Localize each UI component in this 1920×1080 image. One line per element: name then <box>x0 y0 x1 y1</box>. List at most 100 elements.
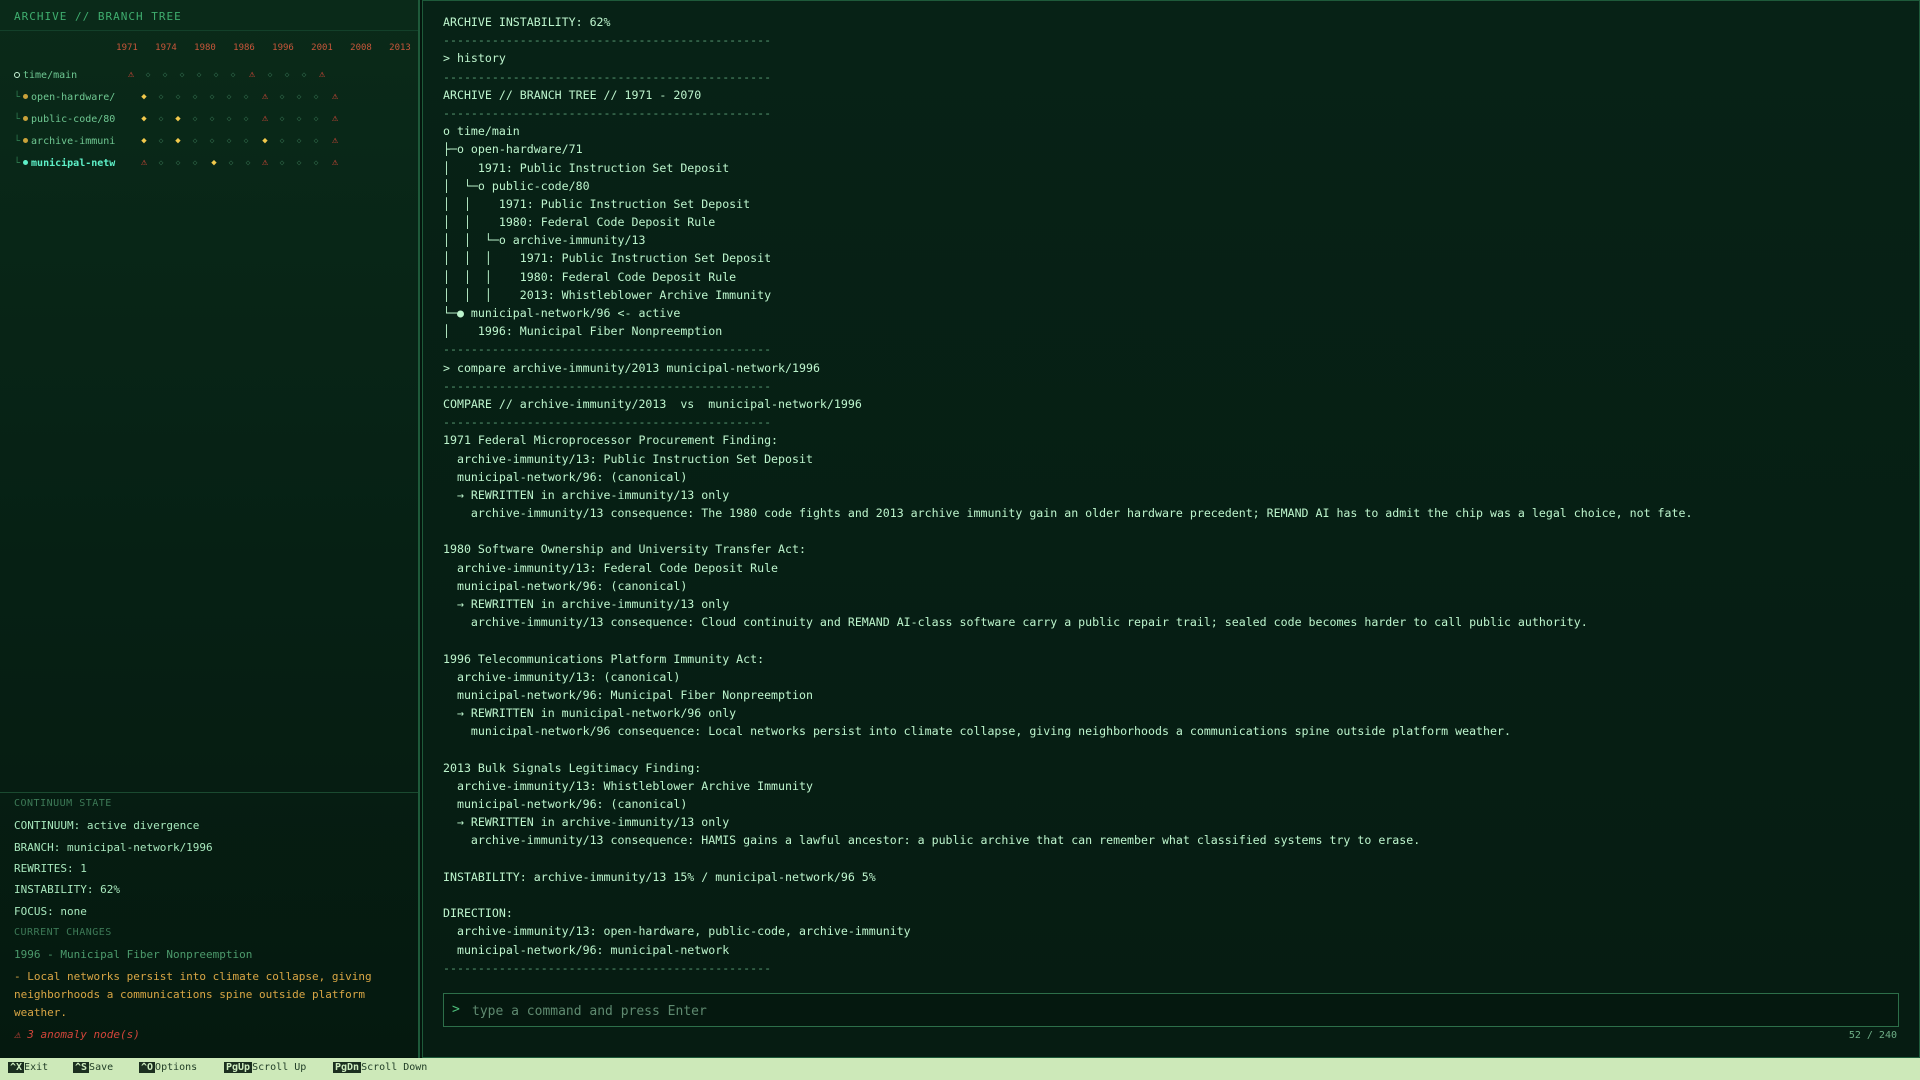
empty-node-icon: ◇ <box>209 114 215 123</box>
shortcut-label: Scroll Down <box>361 1062 428 1073</box>
divider <box>0 30 418 31</box>
year-label: 1986 <box>233 43 255 53</box>
terminal-line: archive-immunity/13 consequence: HAMIS g… <box>443 833 1421 848</box>
branch-row-open-hardware[interactable]: └ open-hardware/ ◆ ◇ ◇ ◇ ◇ ◇ ◇ ⚠ ◇ ◇ ◇ ⚠ <box>0 90 418 106</box>
command-input-box[interactable]: > <box>443 993 1899 1027</box>
empty-node-icon: ◇ <box>228 158 234 167</box>
branch-label: time/main <box>23 70 78 81</box>
state-continuum: CONTINUUM: active divergence <box>14 819 200 832</box>
terminal-line: → REWRITTEN in municipal-network/96 only <box>443 706 737 721</box>
terminal-line: o time/main <box>443 124 520 139</box>
terminal-line: municipal-network/96 consequence: Local … <box>443 724 1511 739</box>
empty-node-icon: ◇ <box>279 114 285 123</box>
terminal-line: → REWRITTEN in archive-immunity/13 only <box>443 815 730 830</box>
empty-node-icon: ◇ <box>296 114 302 123</box>
timeline-years: 1971 1974 1980 1986 1996 2001 2008 2013 <box>0 43 418 55</box>
change-node-icon: ◆ <box>262 136 268 146</box>
empty-node-icon: ◇ <box>158 158 164 167</box>
terminal-line: 1996 Telecommunications Platform Immunit… <box>443 651 765 666</box>
terminal-line: ----------------------------------------… <box>443 960 772 975</box>
terminal-line: ARCHIVE INSTABILITY: 62% <box>443 15 611 29</box>
terminal-line: │ └─o public-code/80 <box>443 178 590 193</box>
change-node-icon: ◆ <box>175 136 181 146</box>
shortcut-key: ^X <box>8 1062 25 1073</box>
empty-node-icon: ◇ <box>313 114 319 123</box>
active-node-icon <box>23 160 29 165</box>
anomaly-icon: ⚠ <box>127 69 135 80</box>
year-label: 2008 <box>350 43 372 53</box>
shortcut-label: Save <box>89 1062 114 1073</box>
branch-node-icon <box>23 138 29 143</box>
scroll-up-shortcut[interactable]: PgUp Scroll Up <box>224 1062 306 1073</box>
options-shortcut[interactable]: ^O Options <box>139 1062 197 1073</box>
anomaly-icon: ⚠ <box>261 157 269 168</box>
state-branch: BRANCH: municipal-network/1996 <box>14 841 213 854</box>
change-node-icon: ◆ <box>175 114 181 124</box>
shortcut-bar: ^X Exit ^S Save ^O Options PgUp Scroll Up Pg… <box>0 1058 1920 1080</box>
anomaly-icon: ⚠ <box>331 157 339 168</box>
terminal-line: 1971 Federal Microprocessor Procurement … <box>443 433 779 448</box>
year-label: 2013 <box>389 43 411 53</box>
shortcut-label: Scroll Up <box>252 1062 307 1073</box>
empty-node-icon: ◇ <box>213 70 219 79</box>
empty-node-icon: ◇ <box>192 136 198 145</box>
change-consequence: - Local networks persist into climate co… <box>14 970 372 1019</box>
scroll-down-shortcut[interactable]: PgDn Scroll Down <box>333 1062 427 1073</box>
branch-row-municipal-network[interactable]: └ municipal-netw ⚠ ◇ ◇ ◇ ◆ ◇ ◇ ⚠ ◇ ◇ ◇ ⚠ <box>0 156 418 172</box>
empty-node-icon: ◇ <box>313 158 319 167</box>
terminal-line: archive-immunity/13: Whistleblower Archi… <box>443 778 813 793</box>
empty-node-icon: ◇ <box>179 70 185 79</box>
empty-node-icon: ◇ <box>267 70 273 79</box>
branch-label: municipal-netw <box>31 158 116 169</box>
terminal-line: municipal-network/96: (canonical) <box>443 469 688 484</box>
terminal-line: INSTABILITY: archive-immunity/13 15% / m… <box>443 869 876 884</box>
state-heading: CONTINUUM STATE <box>14 798 112 809</box>
anomaly-icon: ⚠ <box>261 113 269 124</box>
terminal-line: municipal-network/96: (canonical) <box>443 578 688 593</box>
terminal-line: archive-immunity/13: open-hardware, publ… <box>443 924 911 939</box>
terminal-line: │ │ │ 1980: Federal Code Deposit Rule <box>443 269 737 284</box>
empty-node-icon: ◇ <box>175 92 181 101</box>
terminal-line: ├─o open-hardware/71 <box>443 142 583 157</box>
terminal-line: ----------------------------------------… <box>443 415 772 430</box>
terminal-line: │ │ │ 1971: Public Instruction Set Depos… <box>443 251 772 266</box>
exit-shortcut[interactable]: ^X Exit <box>8 1062 48 1073</box>
empty-node-icon: ◇ <box>145 70 151 79</box>
branch-row-public-code[interactable]: └ public-code/80 ◆ ◇ ◆ ◇ ◇ ◇ ◇ ⚠ ◇ ◇ ◇ ⚠ <box>0 112 418 128</box>
change-node-icon: ◆ <box>211 158 217 168</box>
terminal-line: │ │ │ 2013: Whistleblower Archive Immuni… <box>443 287 772 302</box>
branch-row-time-main[interactable]: time/main ⚠ ◇ ◇ ◇ ◇ ◇ ◇ ⚠ ◇ ◇ ◇ ⚠ <box>0 68 418 84</box>
terminal-line: archive-immunity/13 consequence: The 198… <box>443 506 1693 521</box>
branch-label: archive-immuni <box>31 136 116 147</box>
divider <box>0 792 418 793</box>
anomaly-icon: ⚠ <box>248 69 256 80</box>
terminal-output[interactable]: ARCHIVE INSTABILITY: 62% ----------------… <box>443 13 1903 983</box>
terminal-line: ----------------------------------------… <box>443 33 772 48</box>
terminal-line: > compare archive-immunity/2013 municipa… <box>443 360 820 375</box>
empty-node-icon: ◇ <box>192 92 198 101</box>
save-shortcut[interactable]: ^S Save <box>73 1062 113 1073</box>
empty-node-icon: ◇ <box>209 136 215 145</box>
empty-node-icon: ◇ <box>158 136 164 145</box>
branch-tree-panel: ARCHIVE // BRANCH TREE 1971 1974 1980 19… <box>0 0 420 1058</box>
command-input[interactable] <box>472 998 1872 1024</box>
terminal-panel: ARCHIVE INSTABILITY: 62% ----------------… <box>422 0 1920 1058</box>
terminal-line: │ │ 1971: Public Instruction Set Deposit <box>443 196 751 211</box>
terminal-line: → REWRITTEN in archive-immunity/13 only <box>443 487 730 502</box>
branch-label: public-code/80 <box>31 114 116 125</box>
anomaly-icon: ⚠ <box>261 91 269 102</box>
empty-node-icon: ◇ <box>243 92 249 101</box>
year-label: 1974 <box>155 43 177 53</box>
terminal-line: archive-immunity/13: (canonical) <box>443 669 681 684</box>
branch-row-archive-immunity[interactable]: └ archive-immuni ◆ ◇ ◆ ◇ ◇ ◇ ◇ ◆ ◇ ◇ ◇ ⚠ <box>0 134 418 150</box>
shortcut-label: Exit <box>24 1062 49 1073</box>
terminal-line: DIRECTION: <box>443 906 513 921</box>
empty-node-icon: ◇ <box>192 114 198 123</box>
empty-node-icon: ◇ <box>158 114 164 123</box>
terminal-line: │ │ 1980: Federal Code Deposit Rule <box>443 215 716 230</box>
terminal-line: → REWRITTEN in archive-immunity/13 only <box>443 597 730 611</box>
empty-node-icon: ◇ <box>284 70 290 79</box>
